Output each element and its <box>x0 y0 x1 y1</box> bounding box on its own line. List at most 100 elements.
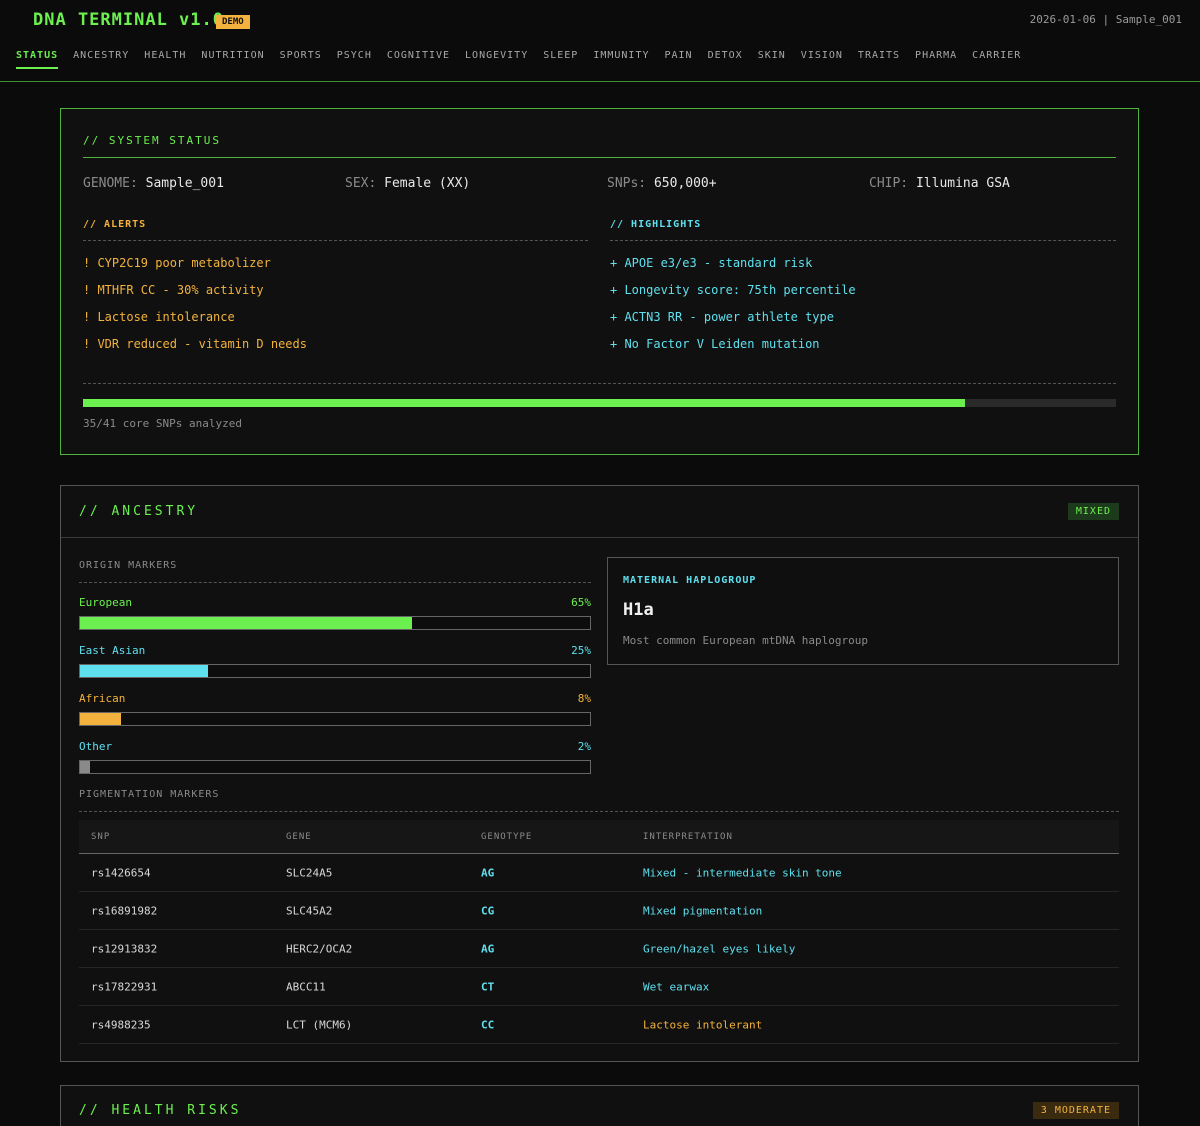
table-row: rs12913832 HERC2/OCA2 AG Green/hazel eyes l… <box>79 930 1119 968</box>
origin-percent: 2% <box>577 740 591 753</box>
haplogroup-desc: Most common European mtDNA haplogroup <box>623 634 869 647</box>
demo-badge: DEMO <box>216 15 250 29</box>
alert-item: ! VDR reduced - vitamin D needs <box>83 337 307 351</box>
genotype-cell: CT <box>481 980 495 993</box>
table-body: rs1426654 SLC24A5 AG Mixed - intermediate s… <box>79 854 1119 1044</box>
origin-label: African <box>79 692 126 705</box>
snp-progress-text: 35/41 core SNPs analyzed <box>83 417 242 430</box>
progress-divider <box>83 383 1116 384</box>
highlight-item: + ACTN3 RR - power athlete type <box>610 310 834 324</box>
haplogroup-title: MATERNAL HAPLOGROUP <box>623 575 757 586</box>
origin-divider <box>79 582 591 583</box>
table-row: rs1426654 SLC24A5 AG Mixed - intermediate s… <box>79 854 1119 892</box>
table-header: SNP GENE GENOTYPE INTERPRETATION <box>79 820 1119 854</box>
pigmentation-divider <box>79 811 1119 812</box>
info-chip: CHIP: Illumina GSA <box>869 176 1010 191</box>
interpretation-cell: Mixed pigmentation <box>643 904 763 917</box>
origin-label: Other <box>79 740 113 753</box>
snp-progress-bar <box>83 399 1116 407</box>
tab-traits[interactable]: TRAITS <box>858 50 900 69</box>
interpretation-cell: Green/hazel eyes likely <box>643 942 796 955</box>
origin-label: European <box>79 596 132 609</box>
tab-health[interactable]: HEALTH <box>144 50 186 69</box>
origin-percent: 65% <box>571 596 591 609</box>
tab-ancestry[interactable]: ANCESTRY <box>73 50 129 69</box>
tab-status[interactable]: STATUS <box>16 50 59 69</box>
origin-bar-fill <box>80 761 91 773</box>
highlights-divider <box>610 240 1116 241</box>
header-separator: | <box>1102 13 1110 26</box>
column-header-gene: GENE <box>286 831 312 842</box>
origin-label: East Asian <box>79 644 146 657</box>
genotype-cell: CG <box>481 904 495 917</box>
top-bar: DNA TERMINAL v1.0 DEMO 2026-01-06 | Samp… <box>0 0 1200 82</box>
origin-bar <box>79 664 591 678</box>
snp-cell: rs1426654 <box>91 866 151 879</box>
info-chip-key: CHIP: <box>869 176 909 191</box>
system-status-panel: // SYSTEM STATUS GENOME: Sample_001 SEX:… <box>60 108 1139 455</box>
gene-cell: SLC45A2 <box>286 904 333 917</box>
gene-cell: LCT (MCM6) <box>286 1018 353 1031</box>
tab-skin[interactable]: SKIN <box>758 50 786 69</box>
gene-cell: SLC24A5 <box>286 866 333 879</box>
snp-progress-fill <box>83 399 965 407</box>
highlight-item: + APOE e3/e3 - standard risk <box>610 256 813 270</box>
info-genome-key: GENOME: <box>83 176 138 191</box>
tab-sports[interactable]: SPORTS <box>280 50 322 69</box>
origin-bar-fill <box>80 713 121 725</box>
interpretation-cell: Lactose intolerant <box>643 1018 763 1031</box>
tab-vision[interactable]: VISION <box>801 50 843 69</box>
tab-psych[interactable]: PSYCH <box>337 50 372 69</box>
alert-item: ! MTHFR CC - 30% activity <box>83 283 264 297</box>
nav-tabs: STATUS ANCESTRY HEALTH NUTRITION SPORTS … <box>16 50 1036 69</box>
column-header-interpretation: INTERPRETATION <box>643 831 733 842</box>
tab-longevity[interactable]: LONGEVITY <box>465 50 528 69</box>
origin-percent: 8% <box>577 692 591 705</box>
info-snps-value: 650,000+ <box>653 176 717 191</box>
haplogroup-value: H1a <box>623 600 654 620</box>
info-snps-key: SNPs: <box>607 176 647 191</box>
tab-immunity[interactable]: IMMUNITY <box>593 50 649 69</box>
info-sex: SEX: Female (XX) <box>345 176 470 191</box>
health-risks-badge: 3 MODERATE <box>1032 1102 1119 1119</box>
alerts-divider <box>83 240 588 241</box>
interpretation-cell: Wet earwax <box>643 980 710 993</box>
column-header-snp: SNP <box>91 831 111 842</box>
snp-cell: rs12913832 <box>91 942 158 955</box>
info-snps: SNPs: 650,000+ <box>607 176 717 191</box>
system-status-title: // SYSTEM STATUS <box>83 134 221 147</box>
info-chip-value: Illumina GSA <box>915 176 1010 191</box>
highlight-item: + Longevity score: 75th percentile <box>610 283 856 297</box>
tab-sleep[interactable]: SLEEP <box>543 50 578 69</box>
ancestry-badge: MIXED <box>1067 503 1119 520</box>
genotype-cell: AG <box>481 866 495 879</box>
tab-carrier[interactable]: CARRIER <box>972 50 1021 69</box>
health-risks-title: // HEALTH RISKS <box>79 1103 242 1118</box>
info-sex-value: Female (XX) <box>384 176 471 191</box>
gene-cell: ABCC11 <box>286 980 326 993</box>
genotype-cell: CC <box>481 1018 495 1031</box>
genotype-cell: AG <box>481 942 495 955</box>
column-header-genotype: GENOTYPE <box>481 831 533 842</box>
table-row: rs16891982 SLC45A2 CG Mixed pigmentation <box>79 892 1119 930</box>
pigmentation-markers-title: PIGMENTATION MARKERS <box>79 789 220 800</box>
origin-bar-fill <box>80 617 412 629</box>
pigmentation-table: SNP GENE GENOTYPE INTERPRETATION rs14266… <box>79 820 1119 1044</box>
origin-bar <box>79 760 591 774</box>
ancestry-panel: // ANCESTRY MIXED ORIGIN MARKERS Europea… <box>60 485 1139 1062</box>
alert-item: ! CYP2C19 poor metabolizer <box>83 256 271 270</box>
origin-bar <box>79 616 591 630</box>
origin-bar <box>79 712 591 726</box>
app-title: DNA TERMINAL v1.0 <box>33 10 224 30</box>
origin-markers-title: ORIGIN MARKERS <box>79 560 178 571</box>
alert-item: ! Lactose intolerance <box>83 310 235 324</box>
tab-pain[interactable]: PAIN <box>665 50 693 69</box>
tab-nutrition[interactable]: NUTRITION <box>201 50 264 69</box>
tab-detox[interactable]: DETOX <box>708 50 743 69</box>
tab-cognitive[interactable]: COGNITIVE <box>387 50 450 69</box>
origin-bar-fill <box>80 665 208 677</box>
status-divider <box>83 157 1116 158</box>
snp-cell: rs17822931 <box>91 980 158 993</box>
info-genome: GENOME: Sample_001 <box>83 176 224 191</box>
tab-pharma[interactable]: PHARMA <box>915 50 957 69</box>
